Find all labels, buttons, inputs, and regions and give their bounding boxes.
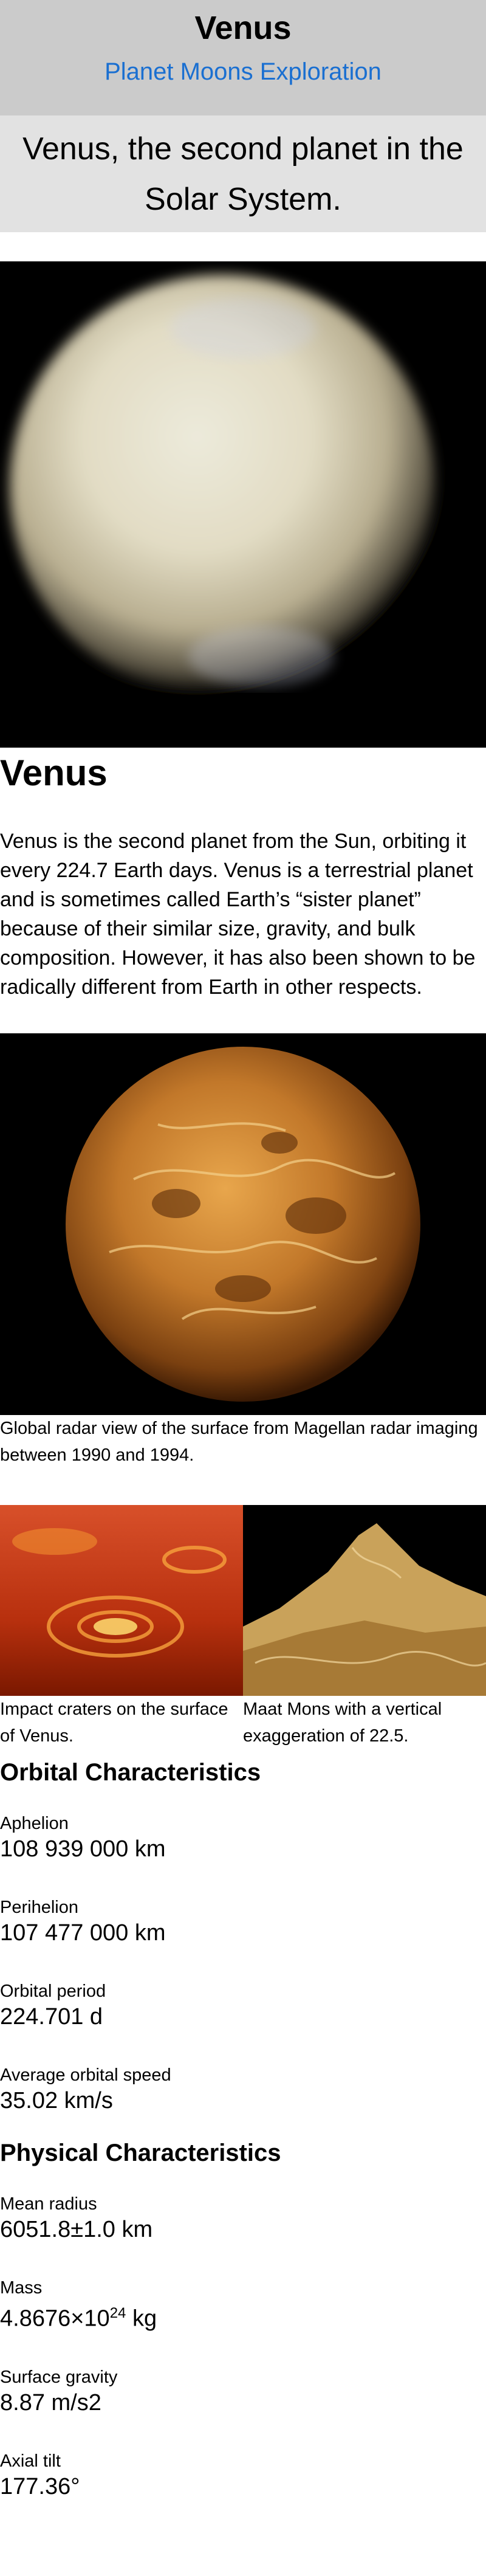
site-header: Venus Planet Moons Exploration (0, 0, 486, 115)
mass-base: 4.8676×10 (0, 2306, 110, 2332)
maat-mons-caption: Maat Mons with a vertical exaggeration o… (243, 1700, 442, 1746)
orbital-speed-value: 35.02 km/s (0, 2088, 113, 2113)
mass-unit: kg (126, 2306, 157, 2332)
radar-caption: Global radar view of the surface from Ma… (0, 1419, 478, 1465)
image-pair: Impact craters on the surface of Venus. … (0, 1505, 486, 1749)
mass-value: 4.8676×1024 kg (0, 2299, 486, 2333)
nav-link-planet-moons-exploration[interactable]: Planet Moons Exploration (0, 57, 486, 86)
surface-gravity-value: 8.87 m/s2 (0, 2389, 101, 2416)
venus-photo (0, 261, 486, 748)
mean-radius-value: 6051.8±1.0 km (0, 2217, 153, 2242)
mean-radius-label: Mean radius (0, 2194, 97, 2214)
orbital-list: Aphelion 108 939 000 km Perihelion 107 4… (0, 1788, 486, 2115)
orbital-period-value: 224.701 d (0, 2004, 103, 2030)
hero-text: Venus, the second planet in the Solar Sy… (22, 131, 464, 217)
article-heading: Venus (0, 752, 108, 793)
perihelion-value: 107 477 000 km (0, 1920, 166, 1946)
surface-gravity-label: Surface gravity (0, 2367, 118, 2387)
perihelion-label: Perihelion (0, 1898, 78, 1917)
hero-banner: Venus, the second planet in the Solar Sy… (0, 115, 486, 232)
orbital-period-label: Orbital period (0, 1982, 106, 2001)
aphelion-value: 108 939 000 km (0, 1836, 166, 1862)
site-title: Venus (194, 10, 292, 46)
venus-radar-image (0, 1033, 486, 1415)
maat-mons-image (243, 1505, 486, 1696)
orbital-heading: Orbital Characteristics (0, 1759, 261, 1786)
craters-image (0, 1505, 243, 1696)
axial-tilt-value: 177.36° (0, 2473, 80, 2499)
mass-label: Mass (0, 2278, 43, 2298)
physical-heading: Physical Characteristics (0, 2140, 281, 2166)
craters-figure: Impact craters on the surface of Venus. (0, 1505, 243, 1749)
orbital-speed-label: Average orbital speed (0, 2065, 171, 2085)
article-intro: Venus is the second planet from the Sun,… (0, 830, 476, 999)
physical-list: Mean radius 6051.8±1.0 km Mass 4.8676×10… (0, 2169, 486, 2501)
aphelion-label: Aphelion (0, 1814, 69, 1833)
mass-exponent: 24 (109, 2305, 126, 2321)
axial-tilt-label: Axial tilt (0, 2451, 61, 2471)
craters-caption: Impact craters on the surface of Venus. (0, 1700, 228, 1746)
maat-mons-figure: Maat Mons with a vertical exaggeration o… (243, 1505, 486, 1749)
